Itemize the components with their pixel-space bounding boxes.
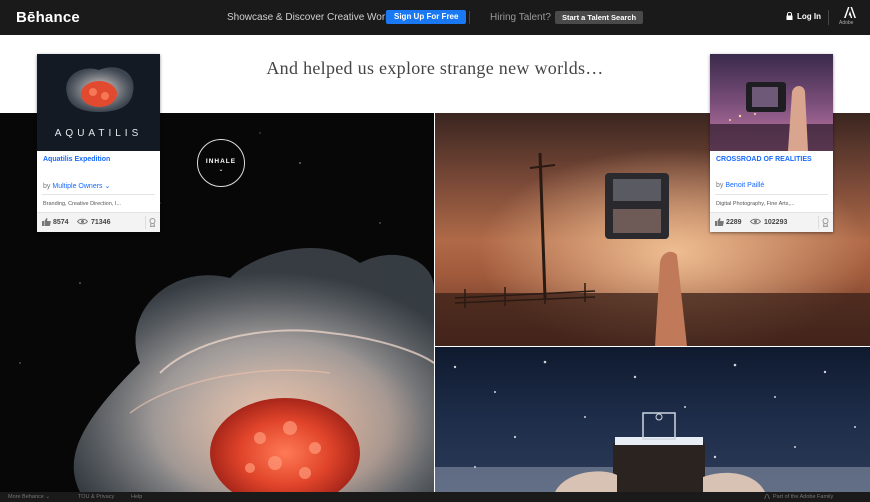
featured-ribbon-icon xyxy=(149,218,156,227)
project-fields: Digital Photography, Fine Arts,... xyxy=(716,201,795,207)
eye-icon xyxy=(77,218,88,225)
views-count: 102293 xyxy=(764,219,788,226)
top-navigation-bar: Bēhance Showcase & Discover Creative Wor… xyxy=(0,0,870,35)
by-label: by xyxy=(43,183,51,190)
divider xyxy=(145,216,146,229)
crossroad-thumbnail-art xyxy=(710,82,833,151)
behance-logo[interactable]: Bēhance xyxy=(16,9,80,26)
views-count: 71346 xyxy=(91,219,111,226)
chevron-down-icon: ⌄ xyxy=(218,167,224,173)
aquatilis-wordmark: AQUATILIS xyxy=(54,128,143,139)
tou-privacy-link[interactable]: TOU & Privacy xyxy=(78,494,114,500)
project-card[interactable]: CROSSROAD OF REALITIES by Benoit Paillé … xyxy=(710,54,833,232)
talent-search-button[interactable]: Start a Talent Search xyxy=(555,11,644,24)
adobe-logo-icon[interactable] xyxy=(844,7,856,18)
log-in-link[interactable]: Log In xyxy=(797,12,821,21)
divider xyxy=(818,216,819,229)
project-title-link[interactable]: Aquatilis Expedition xyxy=(43,156,110,163)
eye-icon xyxy=(750,218,761,225)
owner-link[interactable]: Multiple Owners xyxy=(52,183,102,190)
showcase-link[interactable]: Showcase & Discover Creative Work xyxy=(227,12,390,23)
appreciations-count: 8574 xyxy=(53,219,69,226)
divider xyxy=(828,10,829,25)
more-behance-link[interactable]: More Behance ⌄ xyxy=(8,494,50,500)
project-title-link[interactable]: CROSSROAD OF REALITIES xyxy=(716,156,812,163)
snowy-night-image[interactable] xyxy=(435,347,870,492)
project-fields: Branding, Creative Direction, I... xyxy=(43,201,121,207)
more-behance-label: More Behance xyxy=(8,494,44,500)
inhale-button[interactable]: INHALE ⌄ xyxy=(197,139,245,187)
by-label: by xyxy=(716,182,724,189)
thumbs-up-icon xyxy=(715,218,724,226)
lock-icon xyxy=(786,12,793,20)
thumbs-up-icon xyxy=(42,218,51,226)
divider xyxy=(715,194,828,195)
sign-up-button[interactable]: Sign Up For Free xyxy=(386,10,467,24)
inhale-label: INHALE xyxy=(205,158,237,165)
project-owner: by Benoit Paillé xyxy=(716,182,764,189)
hiring-talent-link[interactable]: Hiring Talent? xyxy=(490,12,551,23)
chevron-down-icon: ⌄ xyxy=(45,494,50,500)
help-link[interactable]: Help xyxy=(131,494,142,500)
project-owner: by Multiple Owners ⌄ xyxy=(43,182,110,190)
project-stats: 2289 102293 xyxy=(710,212,833,232)
adobe-label: Adobe xyxy=(839,20,854,26)
owner-link[interactable]: Benoit Paillé xyxy=(725,182,764,189)
project-thumbnail[interactable]: AQUATILIS xyxy=(37,54,160,151)
snow-night-illustration xyxy=(435,360,870,492)
featured-ribbon-icon xyxy=(822,218,829,227)
project-card[interactable]: AQUATILIS Aquatilis Expedition by Multip… xyxy=(37,54,160,232)
adobe-family-link[interactable]: Part of the Adobe Family xyxy=(773,494,833,500)
footer-bar: More Behance ⌄ TOU & Privacy Help Part o… xyxy=(0,492,870,502)
appreciations-count: 2289 xyxy=(726,219,742,226)
chevron-down-icon[interactable]: ⌄ xyxy=(105,183,111,190)
adobe-logo-icon xyxy=(764,494,770,499)
divider xyxy=(42,194,155,195)
divider xyxy=(469,11,470,24)
project-stats: 8574 71346 xyxy=(37,212,160,232)
project-thumbnail[interactable] xyxy=(710,54,833,151)
